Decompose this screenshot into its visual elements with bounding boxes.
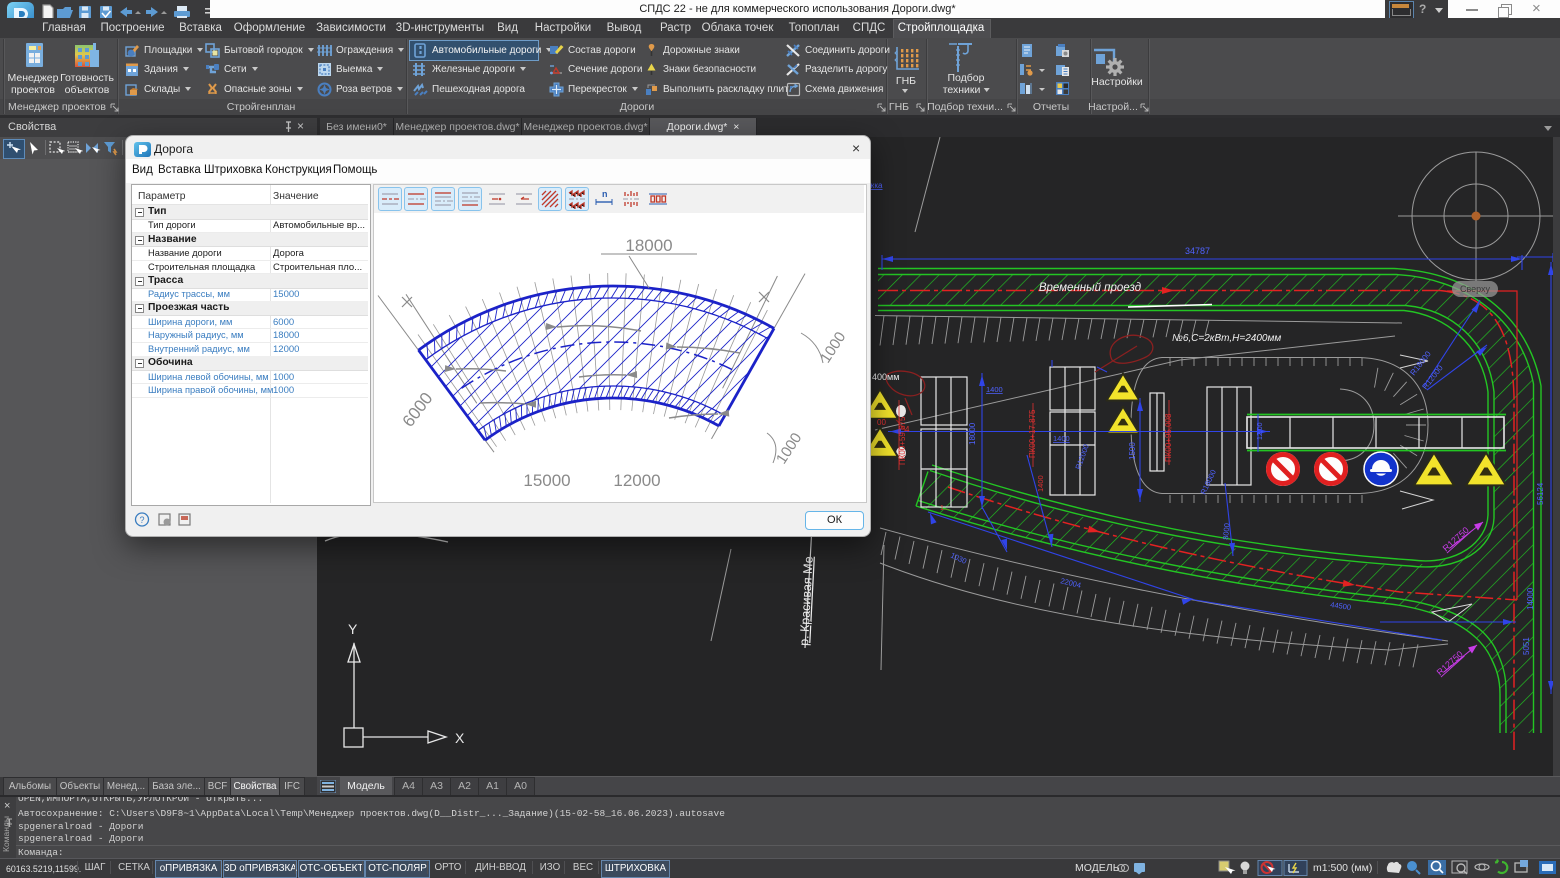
svg-text:Сверху: Сверху [1460, 284, 1491, 294]
svg-text:6000: 6000 [399, 389, 437, 431]
svg-text:R12000: R12000 [1420, 363, 1445, 391]
svg-text:1000: 1000 [773, 430, 805, 467]
svg-text:12000: 12000 [613, 471, 660, 490]
svg-text:Временный проезд: Временный проезд [1039, 282, 1141, 294]
svg-text:15000: 15000 [523, 471, 570, 490]
svg-text:R12000: R12000 [1073, 443, 1090, 471]
svg-text:8000: 8000 [1221, 523, 1231, 540]
svg-text:X: X [455, 730, 465, 746]
svg-text:?: ? [139, 515, 144, 525]
svg-text:400мм: 400мм [872, 372, 899, 382]
svg-text:18000: 18000 [968, 422, 977, 445]
svg-text:ПК00+17,875: ПК00+17,875 [1028, 409, 1037, 458]
svg-text:1000: 1000 [817, 329, 849, 366]
svg-text:р. Красивая Ме: р. Красивая Ме [797, 556, 816, 646]
svg-text:Y: Y [348, 621, 358, 637]
svg-text:R18000: R18000 [1199, 468, 1218, 496]
svg-text:18000: 18000 [625, 236, 672, 255]
svg-text:5051: 5051 [1522, 637, 1531, 655]
svg-text:4: 4 [905, 425, 910, 434]
svg-text:00: 00 [877, 418, 886, 427]
svg-text:ПК00+95,008: ПК00+95,008 [1164, 413, 1173, 462]
svg-text:44500: 44500 [1330, 600, 1352, 612]
svg-text:22004: 22004 [1060, 576, 1082, 590]
svg-text:R12750: R12750 [1435, 649, 1465, 678]
svg-text:1030: 1030 [949, 551, 968, 566]
svg-text:1400: 1400 [1036, 475, 1045, 492]
svg-text:№6,С=2кВт,Н=2400мм: №6,С=2кВт,Н=2400мм [1172, 333, 1281, 344]
svg-text:12,00: 12,00 [1257, 422, 1264, 440]
svg-text:56124: 56124 [1536, 482, 1545, 505]
svg-text:14000: 14000 [1526, 587, 1535, 610]
svg-text:n: n [602, 189, 608, 199]
svg-text:34787: 34787 [1185, 246, 1210, 256]
svg-text:жка: жка [869, 181, 883, 190]
svg-text:1...: 1... [940, 505, 950, 512]
svg-text:1400: 1400 [1053, 434, 1070, 443]
svg-text:1500: 1500 [1128, 442, 1137, 460]
svg-text:1400: 1400 [986, 385, 1003, 394]
